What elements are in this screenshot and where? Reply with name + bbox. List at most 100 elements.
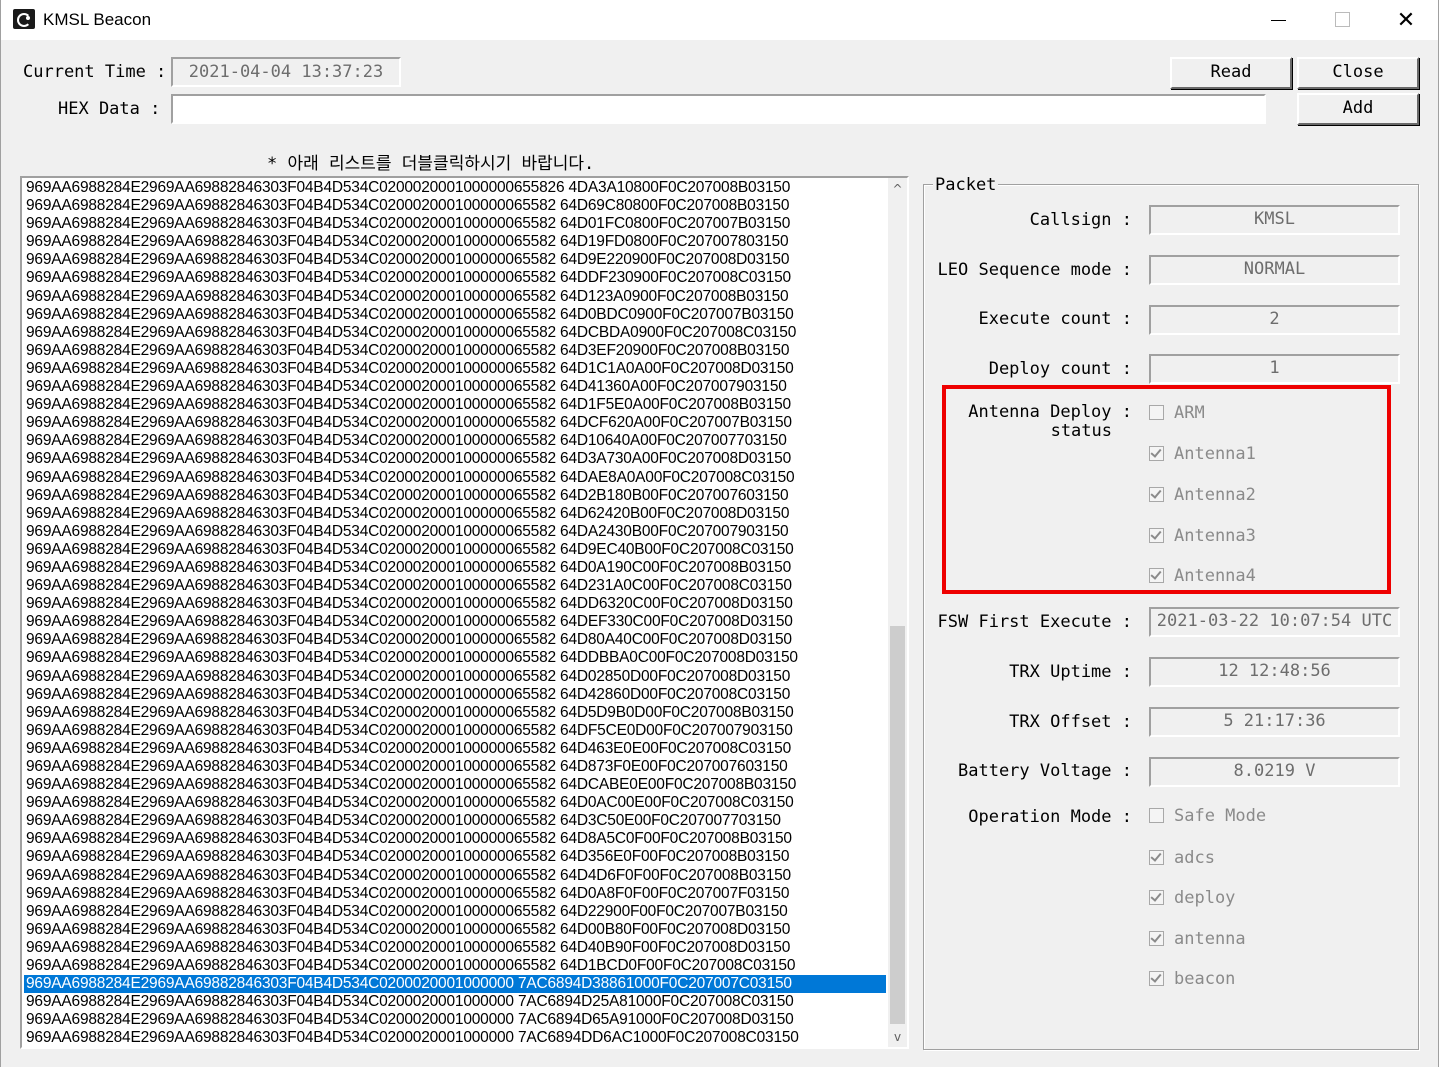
list-item[interactable]: 969AA6988284E2969AA69882846303F04B4D534C… (24, 686, 886, 704)
list-item[interactable]: 969AA6988284E2969AA69882846303F04B4D534C… (24, 975, 886, 994)
trx-offset-label: TRX Offset : (1009, 712, 1132, 732)
list-item[interactable]: 969AA6988284E2969AA69882846303F04B4D534C… (24, 342, 886, 360)
list-item[interactable]: 969AA6988284E2969AA69882846303F04B4D534C… (24, 939, 886, 957)
app-logo-icon (13, 9, 35, 29)
current-time-label: Current Time : (23, 62, 167, 82)
callsign-field: KMSL (1149, 205, 1400, 235)
checkbox-checked-icon[interactable] (1149, 971, 1164, 986)
callsign-label: Callsign : (1029, 210, 1132, 230)
deploy-count-label: Deploy count : (988, 359, 1132, 379)
packet-group-title: Packet (933, 175, 999, 195)
list-item[interactable]: 969AA6988284E2969AA69882846303F04B4D534C… (24, 830, 886, 848)
list-item[interactable]: 969AA6988284E2969AA69882846303F04B4D534C… (24, 577, 886, 595)
list-item[interactable]: 969AA6988284E2969AA69882846303F04B4D534C… (24, 993, 886, 1011)
list-item[interactable]: 969AA6988284E2969AA69882846303F04B4D534C… (24, 812, 886, 830)
title-bar: KMSL Beacon ✕ (1, 0, 1438, 40)
leo-sequence-field: NORMAL (1149, 255, 1400, 285)
list-scrollbar[interactable]: ^ v (888, 178, 907, 1047)
list-item[interactable]: 969AA6988284E2969AA69882846303F04B4D534C… (24, 903, 886, 921)
list-item[interactable]: 969AA6988284E2969AA69882846303F04B4D534C… (24, 523, 886, 541)
checkbox-deploy[interactable]: deploy (1149, 888, 1235, 908)
list-item[interactable]: 969AA6988284E2969AA69882846303F04B4D534C… (24, 288, 886, 306)
hex-data-input[interactable] (171, 94, 1266, 124)
list-item[interactable]: 969AA6988284E2969AA69882846303F04B4D534C… (24, 848, 886, 866)
list-item[interactable]: 969AA6988284E2969AA69882846303F04B4D534C… (24, 487, 886, 505)
instruction-hint: * 아래 리스트를 더블클릭하시기 바랍니다. (267, 154, 595, 174)
hex-data-label: HEX Data : (58, 99, 161, 119)
packet-list[interactable]: 969AA6988284E2969AA69882846303F04B4D534C… (20, 176, 909, 1049)
list-item[interactable]: 969AA6988284E2969AA69882846303F04B4D534C… (24, 324, 886, 342)
minimize-button[interactable] (1246, 0, 1310, 40)
list-item[interactable]: 969AA6988284E2969AA69882846303F04B4D534C… (24, 414, 886, 432)
close-button[interactable]: Close (1297, 57, 1419, 89)
checkbox-checked-icon[interactable] (1149, 931, 1164, 946)
packet-list-rows: 969AA6988284E2969AA69882846303F04B4D534C… (24, 179, 886, 1047)
checkbox-adcs[interactable]: adcs (1149, 848, 1215, 868)
list-item[interactable]: 969AA6988284E2969AA69882846303F04B4D534C… (24, 758, 886, 776)
add-button[interactable]: Add (1297, 93, 1419, 125)
checkbox-unchecked-icon[interactable] (1149, 808, 1164, 823)
list-item[interactable]: 969AA6988284E2969AA69882846303F04B4D534C… (24, 595, 886, 613)
list-item[interactable]: 969AA6988284E2969AA69882846303F04B4D534C… (24, 1029, 886, 1047)
maximize-button[interactable] (1310, 0, 1374, 40)
list-item[interactable]: 969AA6988284E2969AA69882846303F04B4D534C… (24, 794, 886, 812)
list-item[interactable]: 969AA6988284E2969AA69882846303F04B4D534C… (24, 396, 886, 414)
list-item[interactable]: 969AA6988284E2969AA69882846303F04B4D534C… (24, 957, 886, 975)
list-item[interactable]: 969AA6988284E2969AA69882846303F04B4D534C… (24, 269, 886, 287)
close-window-button[interactable]: ✕ (1374, 0, 1438, 40)
leo-sequence-label: LEO Sequence mode : (937, 260, 1132, 280)
list-item[interactable]: 969AA6988284E2969AA69882846303F04B4D534C… (24, 215, 886, 233)
list-item[interactable]: 969AA6988284E2969AA69882846303F04B4D534C… (24, 722, 886, 740)
list-item[interactable]: 969AA6988284E2969AA69882846303F04B4D534C… (24, 885, 886, 903)
list-item[interactable]: 969AA6988284E2969AA69882846303F04B4D534C… (24, 740, 886, 758)
list-item[interactable]: 969AA6988284E2969AA69882846303F04B4D534C… (24, 541, 886, 559)
list-item[interactable]: 969AA6988284E2969AA69882846303F04B4D534C… (24, 613, 886, 631)
checkbox-safe-mode[interactable]: Safe Mode (1149, 806, 1266, 826)
list-item[interactable]: 969AA6988284E2969AA69882846303F04B4D534C… (24, 921, 886, 939)
execute-count-label: Execute count : (978, 309, 1132, 329)
list-item[interactable]: 969AA6988284E2969AA69882846303F04B4D534C… (24, 704, 886, 722)
trx-uptime-field: 12 12:48:56 (1149, 657, 1400, 687)
list-item[interactable]: 969AA6988284E2969AA69882846303F04B4D534C… (24, 450, 886, 468)
checkbox-antenna[interactable]: antenna (1149, 929, 1246, 949)
list-item[interactable]: 969AA6988284E2969AA69882846303F04B4D534C… (24, 469, 886, 487)
list-item[interactable]: 969AA6988284E2969AA69882846303F04B4D534C… (24, 432, 886, 450)
window-title: KMSL Beacon (43, 10, 152, 29)
list-item[interactable]: 969AA6988284E2969AA69882846303F04B4D534C… (24, 306, 886, 324)
list-item[interactable]: 969AA6988284E2969AA69882846303F04B4D534C… (24, 360, 886, 378)
list-item[interactable]: 969AA6988284E2969AA69882846303F04B4D534C… (24, 378, 886, 396)
checkbox-label: antenna (1174, 929, 1246, 949)
fsw-first-execute-label: FSW First Execute : (937, 612, 1132, 632)
list-item[interactable]: 969AA6988284E2969AA69882846303F04B4D534C… (24, 233, 886, 251)
fsw-first-execute-field: 2021-03-22 10:07:54 UTC (1149, 607, 1400, 637)
list-item[interactable]: 969AA6988284E2969AA69882846303F04B4D534C… (24, 867, 886, 885)
list-item[interactable]: 969AA6988284E2969AA69882846303F04B4D534C… (24, 631, 886, 649)
checkbox-label: adcs (1174, 848, 1215, 868)
execute-count-field: 2 (1149, 305, 1400, 335)
list-item[interactable]: 969AA6988284E2969AA69882846303F04B4D534C… (24, 251, 886, 269)
battery-voltage-label: Battery Voltage : (958, 761, 1132, 781)
current-time-field: 2021-04-04 13:37:23 (171, 57, 401, 87)
antenna-highlight-box (942, 385, 1391, 594)
list-item[interactable]: 969AA6988284E2969AA69882846303F04B4D534C… (24, 1011, 886, 1029)
checkbox-label: beacon (1174, 969, 1236, 989)
checkbox-checked-icon[interactable] (1149, 890, 1164, 905)
checkbox-checked-icon[interactable] (1149, 850, 1164, 865)
checkbox-beacon[interactable]: beacon (1149, 969, 1235, 989)
checkbox-label: Safe Mode (1174, 806, 1267, 826)
list-item[interactable]: 969AA6988284E2969AA69882846303F04B4D534C… (24, 649, 886, 667)
read-button[interactable]: Read (1170, 57, 1292, 89)
list-item[interactable]: 969AA6988284E2969AA69882846303F04B4D534C… (24, 559, 886, 577)
list-item[interactable]: 969AA6988284E2969AA69882846303F04B4D534C… (24, 776, 886, 794)
list-item[interactable]: 969AA6988284E2969AA69882846303F04B4D534C… (24, 505, 886, 523)
checkbox-label: deploy (1174, 888, 1236, 908)
scroll-up-icon[interactable]: ^ (888, 180, 907, 199)
list-item[interactable]: 969AA6988284E2969AA69882846303F04B4D534C… (24, 197, 886, 215)
scroll-thumb[interactable] (890, 626, 905, 1024)
list-item[interactable]: 969AA6988284E2969AA69882846303F04B4D534C… (24, 179, 886, 197)
list-item[interactable]: 969AA6988284E2969AA69882846303F04B4D534C… (24, 668, 886, 686)
scroll-down-icon[interactable]: v (888, 1028, 907, 1047)
battery-voltage-field: 8.0219 V (1149, 757, 1400, 787)
trx-uptime-label: TRX Uptime : (1009, 662, 1132, 682)
app-window: KMSL Beacon ✕ Current Time : 2021-04-04 … (0, 0, 1439, 1067)
